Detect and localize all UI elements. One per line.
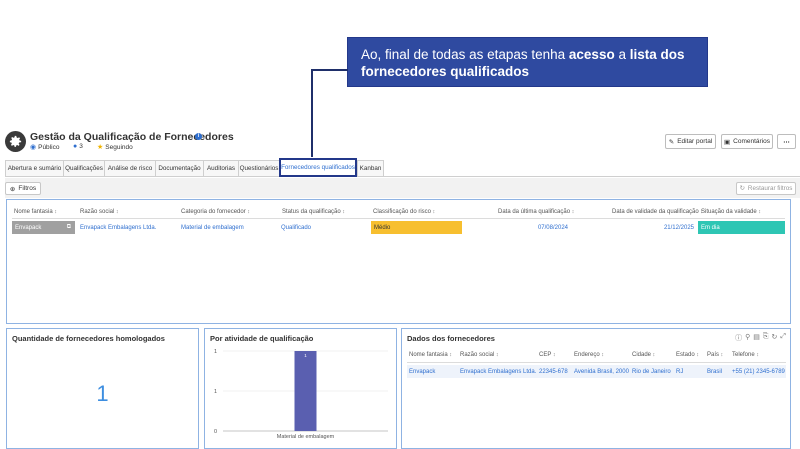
callout-text-2: a bbox=[614, 47, 630, 62]
comment-icon: ▣ bbox=[723, 138, 731, 146]
table-cell-situacao-validade[interactable]: Em dia bbox=[698, 221, 785, 234]
table-cell-nome-fantasia-text: Envapack bbox=[15, 224, 42, 231]
suppliers-data-title: Dados dos fornecedores bbox=[407, 334, 495, 343]
members-badge[interactable]: ● 3 bbox=[73, 143, 83, 150]
more-options-button[interactable]: ⋯ bbox=[777, 134, 796, 149]
info-icon[interactable]: ⓘ bbox=[735, 333, 742, 343]
tab-fornecedores-qualificados[interactable]: Fornecedores qualificados bbox=[279, 158, 357, 177]
homologated-count-value: 1 bbox=[96, 381, 109, 406]
filter-icon: ⊕ bbox=[9, 185, 16, 193]
instruction-callout: Ao, final de todas as etapas tenha acess… bbox=[347, 37, 708, 87]
suppliers-data-panel: Dados dos fornecedores ⓘ ⚲ ▤ ⎘ ↻ ⤢ Nome … bbox=[401, 328, 791, 449]
suppliers-header-nome-fantasia[interactable]: Nome fantasia bbox=[409, 352, 452, 358]
suppliers-cell-razao-social[interactable]: Envapack Embalagens Ltda. bbox=[460, 365, 536, 378]
table-cell-status[interactable]: Qualificado bbox=[281, 221, 311, 234]
tab-analise-risco[interactable]: Análise de risco bbox=[104, 160, 155, 177]
suppliers-header-estado[interactable]: Estado bbox=[676, 352, 699, 358]
export-icon[interactable]: ⎘ bbox=[763, 333, 769, 343]
tab-questionarios[interactable]: Questionários bbox=[238, 160, 279, 177]
info-icon[interactable]: i bbox=[195, 133, 202, 140]
column-header-situacao-validade[interactable]: Situação da validade bbox=[701, 209, 761, 215]
members-count: 3 bbox=[79, 143, 83, 150]
callout-connector-horizontal bbox=[311, 69, 348, 71]
suppliers-header-endereco[interactable]: Endereço bbox=[574, 352, 604, 358]
search-icon[interactable]: ⚲ bbox=[745, 333, 750, 343]
visibility-label: Público bbox=[38, 143, 60, 151]
y-tick-label: 0 bbox=[214, 429, 217, 435]
suppliers-header-pais[interactable]: País bbox=[707, 352, 723, 358]
tab-documentacao[interactable]: Documentação bbox=[155, 160, 203, 177]
restore-filters-label: Restaurar filtros bbox=[747, 185, 793, 192]
follow-label: Seguindo bbox=[105, 143, 133, 151]
suppliers-cell-nome-fantasia[interactable]: Envapack bbox=[409, 365, 435, 378]
filters-label: Filtros bbox=[18, 185, 37, 192]
activity-chart-panel: Por atividade de qualificação 0 1 1 1 Materi… bbox=[204, 328, 397, 449]
suppliers-header-cidade[interactable]: Cidade bbox=[632, 352, 655, 358]
chart-bar bbox=[294, 351, 317, 431]
y-tick-label: 1 bbox=[214, 349, 217, 355]
column-header-ultima-qualificacao[interactable]: Data da última qualificação bbox=[498, 209, 574, 215]
callout-connector-vertical bbox=[311, 69, 313, 157]
table-cell-razao-social[interactable]: Envapack Embalagens Ltda. bbox=[80, 221, 156, 234]
suppliers-cell-telefone[interactable]: +55 (21) 2345-6789 bbox=[732, 365, 785, 378]
column-header-categoria[interactable]: Categoria do fornecedor bbox=[181, 209, 250, 215]
homologated-count-panel: Quantidade de fornecedores homologados 1 bbox=[6, 328, 199, 449]
x-tick-label: Material de embalagem bbox=[277, 434, 335, 440]
table-cell-risco[interactable]: Médio bbox=[371, 221, 462, 234]
y-tick-label: 1 bbox=[214, 389, 217, 395]
gear-icon bbox=[5, 131, 26, 152]
suppliers-cell-cep[interactable]: 22345-678 bbox=[539, 365, 568, 378]
globe-icon: ◉ bbox=[30, 144, 37, 151]
comments-button[interactable]: ▣ Comentários bbox=[721, 134, 773, 149]
refresh-icon[interactable]: ↻ bbox=[772, 333, 778, 343]
suppliers-header-telefone[interactable]: Telefone bbox=[732, 352, 759, 358]
column-header-nome-fantasia[interactable]: Nome fantasia bbox=[14, 209, 57, 215]
table-cell-nome-fantasia[interactable]: Envapack ⧉ bbox=[12, 221, 75, 234]
panel-actions: ⓘ ⚲ ▤ ⎘ ↻ ⤢ bbox=[735, 333, 786, 343]
suppliers-cell-estado[interactable]: RJ bbox=[676, 365, 683, 378]
suppliers-header-razao-social[interactable]: Razão social bbox=[460, 352, 499, 358]
table-cell-validade[interactable]: 21/12/2025 bbox=[594, 221, 694, 234]
callout-bold-1: acesso bbox=[568, 47, 615, 62]
column-header-razao-social[interactable]: Razão social bbox=[80, 209, 119, 215]
visibility-badge: ◉ Público bbox=[30, 143, 60, 152]
page-title: Gestão da Qualificação de Fornecedores bbox=[30, 131, 234, 143]
activity-bar-chart: 0111Material de embalagem bbox=[214, 349, 388, 440]
tab-auditorias[interactable]: Auditorias bbox=[203, 160, 238, 177]
tab-abertura[interactable]: Abertura e sumário bbox=[5, 160, 63, 177]
restore-filters-button[interactable]: ↻ Restaurar filtros bbox=[736, 182, 796, 195]
tab-qualificacoes[interactable]: Qualificações bbox=[63, 160, 104, 177]
suppliers-cell-cidade[interactable]: Rio de Janeiro bbox=[632, 365, 671, 378]
table-cell-ultima-qualificacao[interactable]: 07/08/2024 bbox=[467, 221, 568, 234]
refresh-icon: ↻ bbox=[739, 185, 745, 192]
edit-portal-label: Editar portal bbox=[677, 138, 713, 145]
column-header-risco[interactable]: Classificação do risco bbox=[373, 209, 435, 215]
follow-badge[interactable]: ★ Seguindo bbox=[97, 143, 133, 152]
column-header-status[interactable]: Status da qualificação bbox=[282, 209, 345, 215]
suppliers-header-cep[interactable]: CEP bbox=[539, 352, 556, 358]
table-cell-categoria[interactable]: Material de embalagem bbox=[181, 221, 244, 234]
copy-icon[interactable]: ⧉ bbox=[67, 224, 71, 231]
filters-button[interactable]: ⊕ Filtros bbox=[5, 182, 41, 195]
expand-icon[interactable]: ⤢ bbox=[780, 333, 786, 343]
tab-kanban[interactable]: Kanban bbox=[357, 160, 384, 177]
comments-label: Comentários bbox=[733, 138, 770, 145]
tab-bar: Abertura e sumário Qualificações Análise… bbox=[5, 158, 384, 177]
suppliers-cell-pais[interactable]: Brasil bbox=[707, 365, 722, 378]
callout-text-1: Ao, final de todas as etapas tenha bbox=[361, 47, 569, 62]
edit-portal-button[interactable]: ✎ Editar portal bbox=[665, 134, 716, 149]
document-icon[interactable]: ▤ bbox=[753, 333, 760, 343]
suppliers-header-divider bbox=[407, 362, 786, 363]
pencil-icon: ✎ bbox=[668, 138, 675, 146]
users-icon: ● bbox=[73, 143, 78, 150]
homologated-count-title: Quantidade de fornecedores homologados bbox=[12, 334, 165, 343]
suppliers-cell-endereco[interactable]: Avenida Brasil, 2000 bbox=[574, 365, 629, 378]
table-header-divider bbox=[12, 218, 785, 219]
star-icon: ★ bbox=[97, 144, 104, 151]
filter-toolbar bbox=[5, 178, 800, 198]
column-header-validade[interactable]: Data de validade da qualificação bbox=[612, 209, 703, 215]
